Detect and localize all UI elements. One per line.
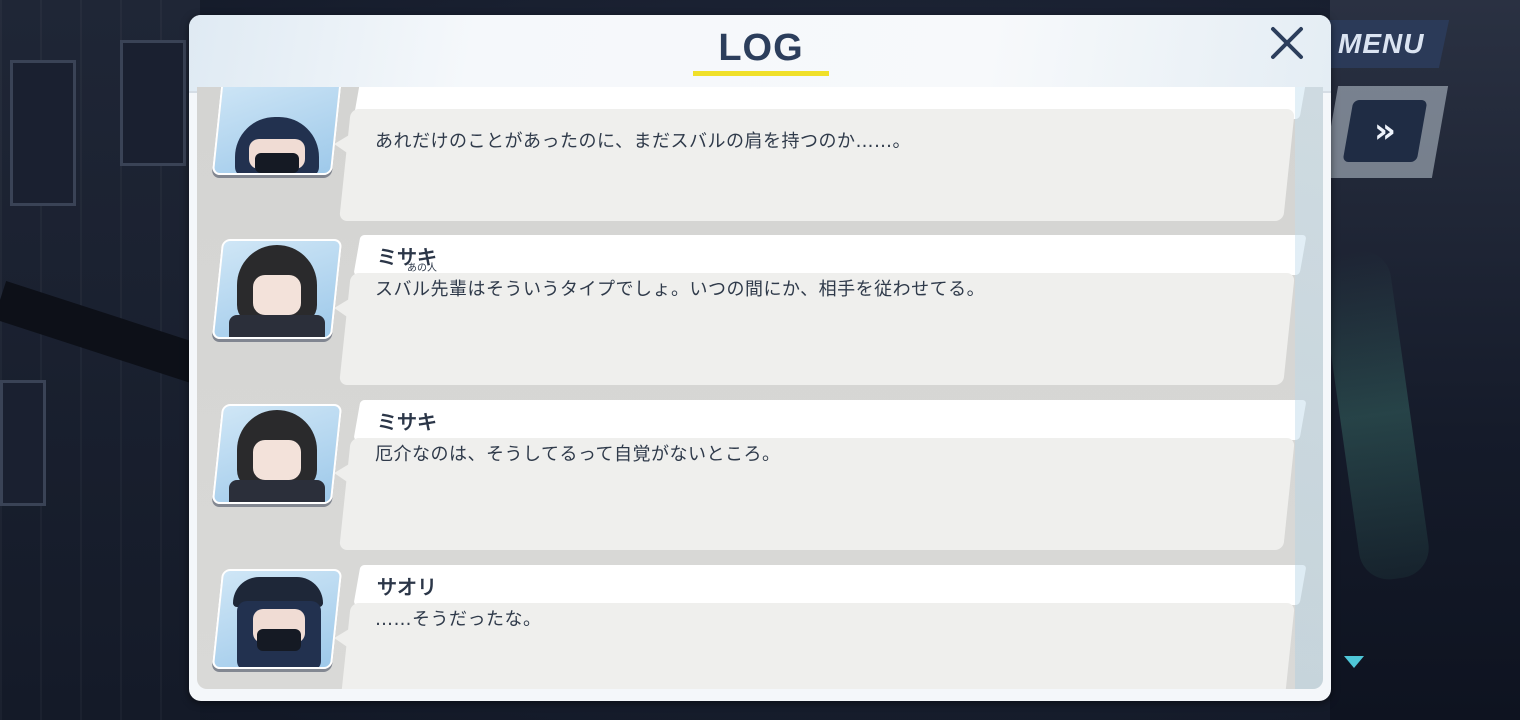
message-text: ……そうだったな。 (375, 609, 542, 630)
log-entry: ミサキ 厄介なのは、そうしてるって自覚がないところ。 (197, 400, 1323, 560)
avatar-saori (211, 87, 343, 175)
log-window: LOG あれだけのことがあったのに、まだスバルの肩を持つのか……。 ミサキ あの… (189, 15, 1331, 701)
log-entry: あれだけのことがあったのに、まだスバルの肩を持つのか……。 (197, 87, 1323, 221)
background-window (10, 60, 76, 206)
log-header: LOG (189, 15, 1331, 93)
message-bubble (339, 109, 1295, 221)
avatar-misaki (211, 239, 343, 339)
close-button[interactable] (1267, 23, 1307, 63)
menu-button-label: MENU (1337, 28, 1425, 59)
log-entry: ミサキ あの人 スバル先輩はそういうタイプでしょ。いつの間にか、相手を従わせてる… (197, 235, 1323, 395)
message-text: スバル先輩はそういうタイプでしょ。いつの間にか、相手を従わせてる。 (375, 279, 986, 300)
fast-forward-icon: » (1374, 111, 1396, 151)
log-title: LOG (718, 27, 804, 69)
furigana-ruby: あの人 (407, 263, 437, 274)
log-entry: サオリ ……そうだったな。 (197, 565, 1323, 689)
background-window (0, 380, 46, 506)
speaker-name-tab (353, 235, 1307, 275)
avatar-saori (211, 569, 343, 669)
speaker-name-tab (353, 565, 1307, 605)
message-text: 厄介なのは、そうしてるって自覚がないところ。 (375, 444, 781, 465)
title-underline (693, 71, 829, 76)
message-text: あれだけのことがあったのに、まだスバルの肩を持つのか……。 (375, 131, 911, 152)
avatar-misaki (211, 404, 343, 504)
speaker-name: サオリ (377, 575, 437, 599)
scroll-down-indicator-icon (1344, 656, 1364, 668)
close-icon (1271, 27, 1303, 59)
speaker-name-tab (353, 400, 1307, 440)
log-list[interactable]: あれだけのことがあったのに、まだスバルの肩を持つのか……。 ミサキ あの人 スバ… (197, 87, 1323, 689)
fast-forward-button[interactable]: » (1342, 100, 1428, 162)
background-window (120, 40, 186, 166)
menu-button[interactable]: MENU (1312, 20, 1450, 68)
speaker-name: ミサキ (377, 410, 437, 434)
